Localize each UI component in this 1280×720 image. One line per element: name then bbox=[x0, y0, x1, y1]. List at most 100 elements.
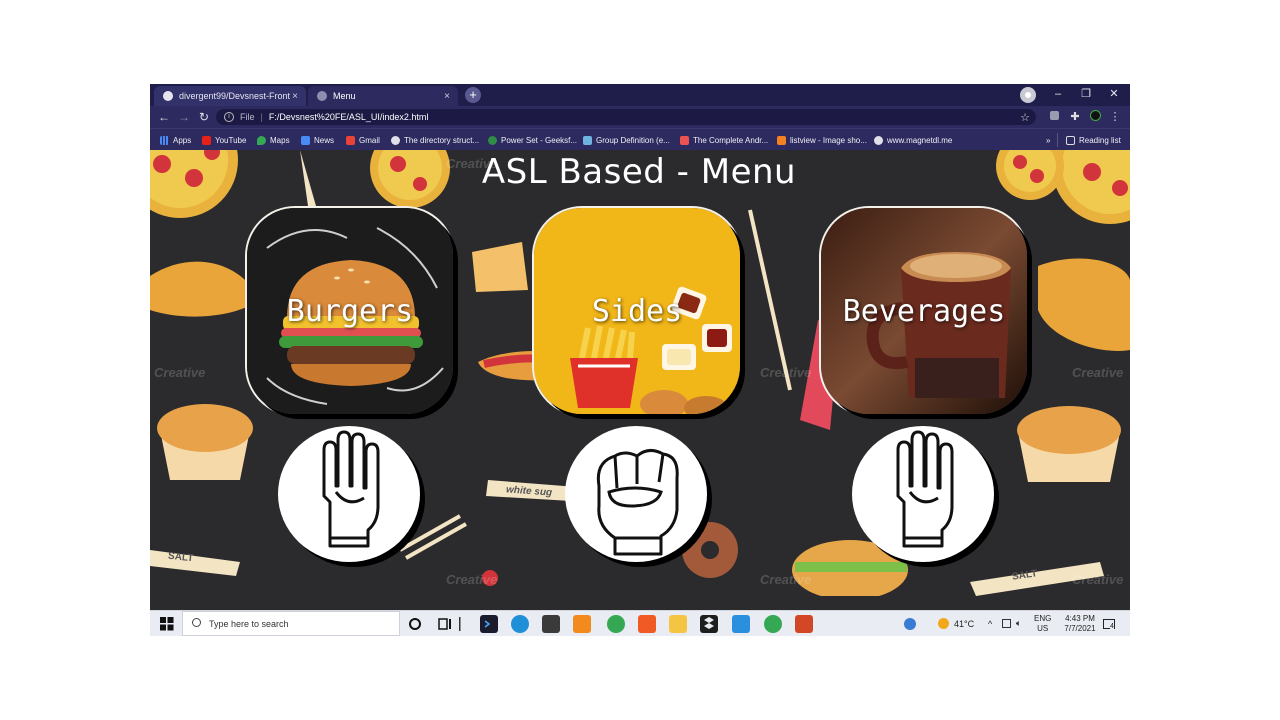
clock[interactable]: 4:43 PM 7/7/2021 bbox=[1058, 611, 1102, 636]
menu-page: Creative Creative Creative Creative Crea… bbox=[150, 150, 1130, 596]
asl-b-hand-icon bbox=[322, 430, 380, 548]
geeks-icon bbox=[488, 135, 497, 145]
back-icon[interactable]: ← bbox=[155, 108, 173, 126]
bookmark-news[interactable]: News bbox=[301, 133, 334, 147]
asl-sign-b-beverages[interactable] bbox=[852, 426, 994, 562]
notification-center-icon[interactable]: 4 bbox=[1103, 611, 1115, 636]
cortana-icon[interactable] bbox=[406, 615, 424, 633]
close-tab-icon[interactable]: × bbox=[290, 91, 300, 102]
clock-time: 4:43 PM bbox=[1065, 613, 1095, 623]
dropbox-icon[interactable] bbox=[700, 615, 718, 633]
volume-icon[interactable]: 🔈︎ bbox=[1016, 611, 1021, 636]
task-view-icon[interactable] bbox=[436, 615, 454, 633]
xampp-icon[interactable] bbox=[573, 615, 591, 633]
tab-github[interactable]: divergent99/Devsnest-FrontEnd × bbox=[154, 86, 306, 106]
watermark: Creative bbox=[446, 572, 498, 587]
sides-card[interactable]: Sides bbox=[534, 208, 740, 414]
bookmark-label: Gmail bbox=[359, 135, 380, 145]
extension-icon[interactable] bbox=[1047, 110, 1061, 124]
bookmark-maps[interactable]: Maps bbox=[257, 133, 290, 147]
profile-avatar[interactable] bbox=[1020, 87, 1036, 103]
new-tab-button[interactable]: + bbox=[465, 87, 481, 103]
asl-sign-b-burgers[interactable] bbox=[278, 426, 420, 562]
bookmark-label: YouTube bbox=[215, 135, 247, 145]
profile-icon[interactable] bbox=[1088, 110, 1102, 124]
more-bookmarks-button[interactable]: » bbox=[1046, 133, 1050, 147]
terminal-app-icon[interactable] bbox=[480, 615, 498, 633]
bookmark-apps[interactable]: Apps bbox=[160, 133, 191, 147]
salt-packet-decoration bbox=[150, 550, 240, 576]
close-tab-icon[interactable]: × bbox=[442, 91, 452, 102]
bookmark-geeksforgeeks[interactable]: Power Set - Geeksf... bbox=[488, 133, 577, 147]
bookmark-label: The Complete Andr... bbox=[693, 135, 769, 145]
extensions-puzzle-icon[interactable]: ✚ bbox=[1068, 110, 1082, 124]
watermark: Creative bbox=[760, 572, 812, 587]
gmail-icon bbox=[346, 135, 355, 145]
bookmark-label: The directory struct... bbox=[404, 135, 480, 145]
notification-count: 4 bbox=[1110, 622, 1114, 630]
windows-start-icon[interactable] bbox=[158, 615, 176, 633]
burgers-card[interactable]: Burgers bbox=[247, 208, 453, 414]
address-bar[interactable]: i File | F:/Devsnest%20FE/ASL_UI/index2.… bbox=[216, 109, 1036, 125]
youtube-icon bbox=[202, 135, 211, 145]
forward-icon[interactable]: → bbox=[175, 108, 193, 126]
watermark: Creative bbox=[1072, 365, 1124, 380]
reading-list-icon bbox=[1066, 135, 1075, 145]
watermark: Creative bbox=[154, 365, 206, 380]
chrome-profile-icon[interactable] bbox=[764, 615, 782, 633]
search-placeholder: Type here to search bbox=[209, 618, 289, 629]
bookmark-complete-android[interactable]: The Complete Andr... bbox=[680, 133, 768, 147]
file-explorer-icon[interactable] bbox=[669, 615, 687, 633]
tray-app-icon[interactable] bbox=[904, 611, 916, 636]
bookmark-label: Group Definition (e... bbox=[596, 135, 670, 145]
weather-widget[interactable]: 41°C bbox=[938, 611, 974, 636]
tray-overflow-icon[interactable]: ^ bbox=[988, 611, 992, 636]
watermark: Creative bbox=[760, 365, 812, 380]
bookmark-star-icon[interactable]: ☆ bbox=[1020, 111, 1030, 124]
edge-browser-icon[interactable] bbox=[511, 615, 529, 633]
powerpoint-icon[interactable] bbox=[795, 615, 813, 633]
news-icon bbox=[301, 135, 310, 145]
brave-icon[interactable] bbox=[638, 615, 656, 633]
watermark: Creative bbox=[1072, 572, 1124, 587]
asl-b-hand-icon bbox=[896, 430, 954, 548]
bookmark-gmail[interactable]: Gmail bbox=[346, 133, 380, 147]
asl-s-fist-icon bbox=[596, 449, 679, 556]
bookmark-magnetdl[interactable]: www.magnetdl.me bbox=[874, 133, 952, 147]
search-icon bbox=[192, 618, 201, 627]
language-code: ENG bbox=[1034, 613, 1052, 623]
chicken-wing-decoration bbox=[1038, 258, 1130, 351]
store-icon[interactable] bbox=[542, 615, 560, 633]
stackoverflow-icon bbox=[777, 135, 786, 145]
bookmark-listview[interactable]: listview - Image sho... bbox=[777, 133, 867, 147]
bookmark-group-definition[interactable]: Group Definition (e... bbox=[583, 133, 670, 147]
beverages-card[interactable]: Beverages bbox=[821, 208, 1027, 414]
bookmark-directory[interactable]: The directory struct... bbox=[391, 133, 479, 147]
apps-grid-icon bbox=[160, 135, 169, 145]
tab-menu[interactable]: Menu × bbox=[308, 86, 458, 106]
minimize-button[interactable]: – bbox=[1044, 84, 1072, 106]
network-icon[interactable] bbox=[1002, 611, 1011, 636]
site-info-icon[interactable]: i bbox=[224, 112, 234, 122]
bookmark-youtube[interactable]: YouTube bbox=[202, 133, 246, 147]
menu-kebab-icon[interactable]: ⋮ bbox=[1108, 110, 1122, 124]
taskbar-divider bbox=[458, 615, 462, 633]
sides-label: Sides bbox=[591, 293, 683, 329]
bookmark-label: Power Set - Geeksf... bbox=[501, 135, 578, 145]
asl-sign-s-sides[interactable] bbox=[565, 426, 707, 562]
reading-list-button[interactable]: Reading list bbox=[1066, 133, 1121, 147]
url-text[interactable]: F:/Devsnest%20FE/ASL_UI/index2.html bbox=[269, 112, 429, 122]
vscode-icon[interactable] bbox=[732, 615, 750, 633]
reload-icon[interactable]: ↻ bbox=[195, 108, 213, 126]
url-scheme: File bbox=[240, 112, 255, 122]
chrome-icon[interactable] bbox=[607, 615, 625, 633]
udemy-icon bbox=[680, 135, 689, 145]
restore-button[interactable]: ❐ bbox=[1072, 84, 1100, 106]
weather-sun-icon bbox=[938, 618, 949, 629]
bookmark-label: www.magnetdl.me bbox=[887, 135, 953, 145]
taskbar-search-box[interactable]: Type here to search bbox=[182, 611, 400, 636]
close-window-button[interactable]: ✕ bbox=[1100, 84, 1128, 106]
language-indicator[interactable]: ENG US bbox=[1034, 611, 1051, 636]
maps-pin-icon bbox=[257, 135, 266, 145]
github-icon bbox=[163, 91, 173, 101]
